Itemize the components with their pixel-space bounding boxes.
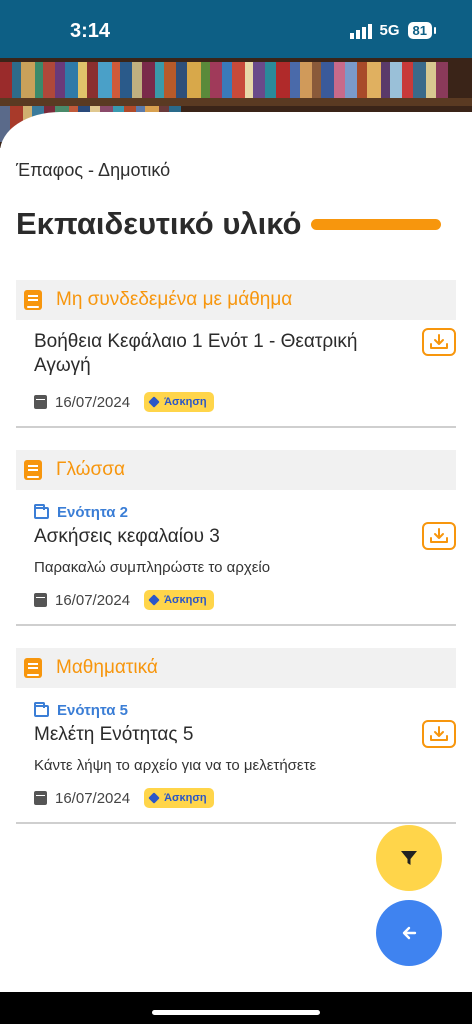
item-description: Παρακαλώ συμπληρώστε το αρχείο — [34, 559, 271, 576]
book-icon — [24, 658, 42, 678]
calendar-icon — [34, 395, 47, 409]
page-title-row: Εκπαιδευτικό υλικό — [16, 206, 456, 242]
material-item[interactable]: Βοήθεια Κεφάλαιο 1 Ενότ 1 - Θεατρική Αγω… — [16, 320, 456, 428]
section-title: Μη συνδεδεμένα με μάθημα — [56, 289, 293, 310]
item-title[interactable]: Βοήθεια Κεφάλαιο 1 Ενότ 1 - Θεατρική Αγω… — [34, 330, 448, 378]
material-item[interactable]: Ενότητα 5 Μελέτη Ενότητας 5 Κάντε λήψη τ… — [16, 688, 456, 824]
back-button[interactable] — [376, 900, 442, 966]
title-accent-bar — [311, 218, 442, 230]
tag-label: Άσκηση — [164, 594, 207, 606]
unit-text: Ενότητα 5 — [57, 702, 128, 719]
unit-text: Ενότητα 2 — [57, 504, 128, 521]
network-label: 5G — [379, 22, 400, 39]
section-title: Μαθηματικά — [56, 657, 158, 678]
tag-badge: Άσκηση — [144, 788, 214, 808]
status-bar: 3:14 5G 81 — [0, 0, 472, 62]
unit-label: Ενότητα 5 — [34, 701, 448, 719]
filter-button[interactable] — [376, 825, 442, 891]
item-date: 16/07/2024 — [55, 789, 131, 807]
home-indicator[interactable] — [152, 1010, 320, 1015]
section-math: Μαθηματικά Ενότητα 5 Μελέτη Ενότητας 5 Κ… — [16, 648, 456, 824]
download-icon — [430, 528, 448, 543]
item-meta: 16/07/2024 Άσκηση — [34, 392, 448, 412]
item-date: 16/07/2024 — [55, 591, 131, 609]
item-description: Κάντε λήψη το αρχείο για να το μελετήσετ… — [34, 757, 317, 774]
unit-label: Ενότητα 2 — [34, 503, 448, 521]
tag-badge: Άσκηση — [144, 590, 214, 610]
book-icon — [24, 460, 42, 480]
tag-label: Άσκηση — [164, 396, 207, 408]
status-indicators: 5G 81 — [349, 22, 437, 39]
tag-icon — [148, 792, 160, 804]
folder-icon — [34, 701, 49, 717]
section-language: Γλώσσα Ενότητα 2 Ασκήσεις κεφαλαίου 3 Πα… — [16, 450, 456, 626]
tag-label: Άσκηση — [164, 792, 207, 804]
section-header: Γλώσσα — [16, 450, 456, 490]
material-item[interactable]: Ενότητα 2 Ασκήσεις κεφαλαίου 3 Παρακαλώ … — [16, 490, 456, 626]
download-icon — [430, 334, 448, 349]
download-button[interactable] — [422, 522, 456, 550]
item-title[interactable]: Ασκήσεις κεφαλαίου 3 — [34, 525, 448, 549]
signal-icon — [349, 23, 372, 39]
section-header: Μαθηματικά — [16, 648, 456, 688]
main-content: Έπαφος - Δημοτικό Εκπαιδευτικό υλικό Μη … — [16, 150, 456, 824]
download-button[interactable] — [422, 328, 456, 356]
arrow-left-icon — [402, 926, 417, 940]
system-nav-bar — [0, 992, 472, 1024]
tag-icon — [148, 396, 160, 408]
breadcrumb: Έπαφος - Δημοτικό — [16, 160, 171, 180]
status-time: 3:14 — [70, 20, 111, 42]
battery-icon: 81 — [407, 22, 437, 39]
section-title: Γλώσσα — [56, 459, 125, 480]
filter-icon — [401, 851, 417, 865]
calendar-icon — [34, 593, 47, 607]
section-header: Μη συνδεδεμένα με μάθημα — [16, 280, 456, 320]
tag-icon — [148, 594, 160, 606]
download-icon — [430, 726, 448, 741]
download-button[interactable] — [422, 720, 456, 748]
item-meta: 16/07/2024 Άσκηση — [34, 590, 448, 610]
item-date: 16/07/2024 — [55, 393, 131, 411]
item-meta: 16/07/2024 Άσκηση — [34, 788, 448, 808]
folder-icon — [34, 503, 49, 519]
calendar-icon — [34, 791, 47, 805]
page-title: Εκπαιδευτικό υλικό — [16, 206, 302, 241]
section-unlinked: Μη συνδεδεμένα με μάθημα Βοήθεια Κεφάλαι… — [16, 280, 456, 428]
book-icon — [24, 290, 42, 310]
tag-badge: Άσκηση — [144, 392, 214, 412]
item-title[interactable]: Μελέτη Ενότητας 5 — [34, 723, 448, 747]
